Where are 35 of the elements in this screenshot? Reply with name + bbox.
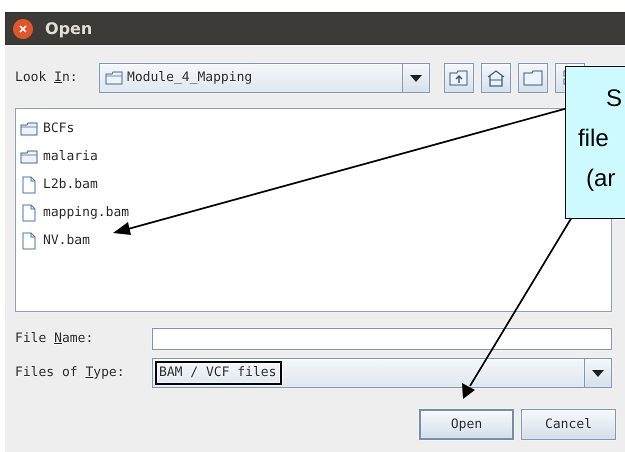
- look-in-value: Module_4_Mapping: [127, 69, 252, 88]
- file-item[interactable]: mapping.bam: [20, 199, 132, 227]
- file-item[interactable]: L2b.bam: [20, 171, 100, 199]
- file-type-label: Files of Type:: [15, 364, 126, 382]
- file-type-value: BAM / VCF files: [155, 361, 282, 385]
- folder-icon: [20, 122, 38, 136]
- file-icon: [20, 204, 38, 222]
- dropdown-button[interactable]: [584, 359, 611, 387]
- folder-icon: [105, 71, 123, 85]
- dialog-button[interactable]: Open: [419, 409, 514, 440]
- callout-tooltip: S file (ar: [565, 66, 625, 219]
- dialog-button[interactable]: Cancel: [521, 409, 616, 440]
- file-type-combo[interactable]: BAM / VCF files: [152, 358, 612, 388]
- close-button[interactable]: [13, 18, 33, 38]
- close-icon: [18, 24, 28, 34]
- file-icon: [20, 176, 38, 194]
- up-folder-button[interactable]: [444, 63, 474, 93]
- file-item[interactable]: malaria: [20, 143, 100, 171]
- dropdown-button[interactable]: [402, 64, 429, 92]
- new-folder-button[interactable]: [518, 63, 548, 93]
- home-button[interactable]: [481, 63, 511, 93]
- file-item[interactable]: BCFs: [20, 115, 76, 143]
- caret-icon: [410, 74, 422, 82]
- window-title: Open: [45, 18, 92, 40]
- file-icon: [20, 232, 38, 250]
- file-name-field[interactable]: [152, 328, 612, 350]
- folder-icon: [523, 70, 543, 86]
- caret-icon: [592, 370, 604, 376]
- look-in-combo[interactable]: Module_4_Mapping: [99, 63, 430, 93]
- file-item[interactable]: NV.bam: [20, 227, 92, 255]
- folder-icon: [20, 150, 38, 164]
- folder-up-icon: [449, 70, 469, 86]
- home-icon: [486, 69, 506, 87]
- look-in-label: Look In:: [15, 69, 79, 88]
- file-name-label: File Name:: [15, 330, 94, 348]
